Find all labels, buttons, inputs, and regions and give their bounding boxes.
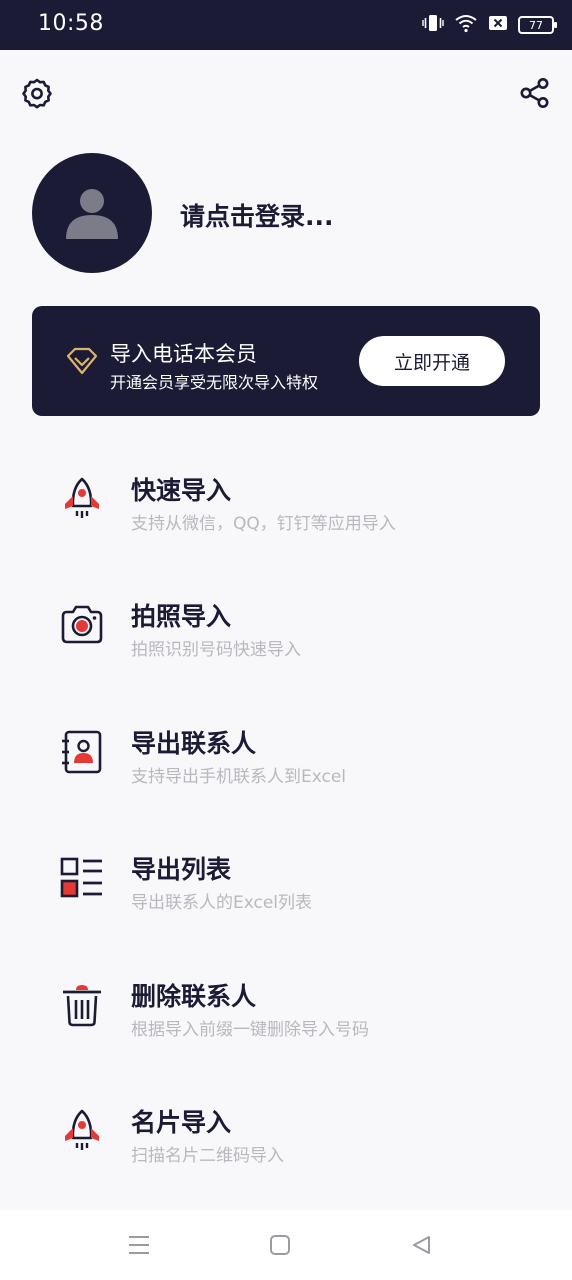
rocket-icon: [58, 1107, 106, 1155]
menu-item-photo-import[interactable]: 拍照导入 拍照识别号码快速导入: [0, 601, 572, 701]
menu-desc: 拍照识别号码快速导入: [131, 640, 301, 660]
menu-item-delete-contacts[interactable]: 删除联系人 根据导入前缀一键删除导入号码: [0, 981, 572, 1081]
menu-desc: 导出联系人的Excel列表: [131, 893, 313, 913]
settings-icon[interactable]: [20, 76, 54, 110]
menu-title: 导出列表: [131, 855, 232, 884]
rocket-icon: [58, 475, 106, 523]
status-time: 10:58: [38, 11, 104, 36]
camera-icon: [58, 601, 106, 649]
avatar[interactable]: [32, 153, 152, 273]
diamond-icon: [66, 346, 98, 380]
system-nav-bar: [0, 1210, 572, 1280]
menu-title: 快速导入: [131, 476, 232, 505]
menu-item-export-list[interactable]: 导出列表 导出联系人的Excel列表: [0, 854, 572, 954]
battery-icon: 77: [518, 16, 557, 34]
menu-desc: 扫描名片二维码导入: [131, 1146, 284, 1166]
menu-item-quick-import[interactable]: 快速导入 支持从微信，QQ，钉钉等应用导入: [0, 475, 572, 575]
contact-book-icon: [58, 728, 106, 776]
back-icon[interactable]: [408, 1232, 434, 1258]
activate-vip-button[interactable]: 立即开通: [359, 336, 505, 386]
menu-title: 导出联系人: [131, 729, 257, 758]
sim-x-icon: [488, 15, 508, 35]
menu-item-card-import[interactable]: 名片导入 扫描名片二维码导入: [0, 1107, 572, 1207]
vip-subtitle: 开通会员享受无限次导入特权: [110, 373, 319, 392]
menu-title: 删除联系人: [131, 982, 257, 1011]
list-icon: [58, 854, 106, 902]
menu-desc: 支持从微信，QQ，钉钉等应用导入: [131, 514, 396, 534]
menu-desc: 根据导入前缀一键删除导入号码: [131, 1020, 369, 1040]
vibrate-icon: [422, 13, 444, 37]
vip-title: 导入电话本会员: [110, 342, 257, 366]
trash-icon: [58, 981, 106, 1029]
share-icon[interactable]: [518, 76, 552, 110]
status-icons: 77: [422, 13, 557, 37]
user-icon: [66, 189, 118, 239]
home-icon[interactable]: [267, 1232, 293, 1258]
menu-item-export-contacts[interactable]: 导出联系人 支持导出手机联系人到Excel: [0, 728, 572, 828]
status-bar: 10:58 77: [0, 0, 572, 50]
login-prompt[interactable]: 请点击登录...: [180, 197, 334, 233]
menu-desc: 支持导出手机联系人到Excel: [131, 767, 347, 787]
wifi-icon: [454, 13, 478, 37]
menu-title: 拍照导入: [131, 602, 232, 631]
vip-banner: 导入电话本会员 开通会员享受无限次导入特权 立即开通: [32, 306, 540, 416]
menu-icon[interactable]: [126, 1232, 152, 1258]
menu-title: 名片导入: [131, 1108, 232, 1137]
